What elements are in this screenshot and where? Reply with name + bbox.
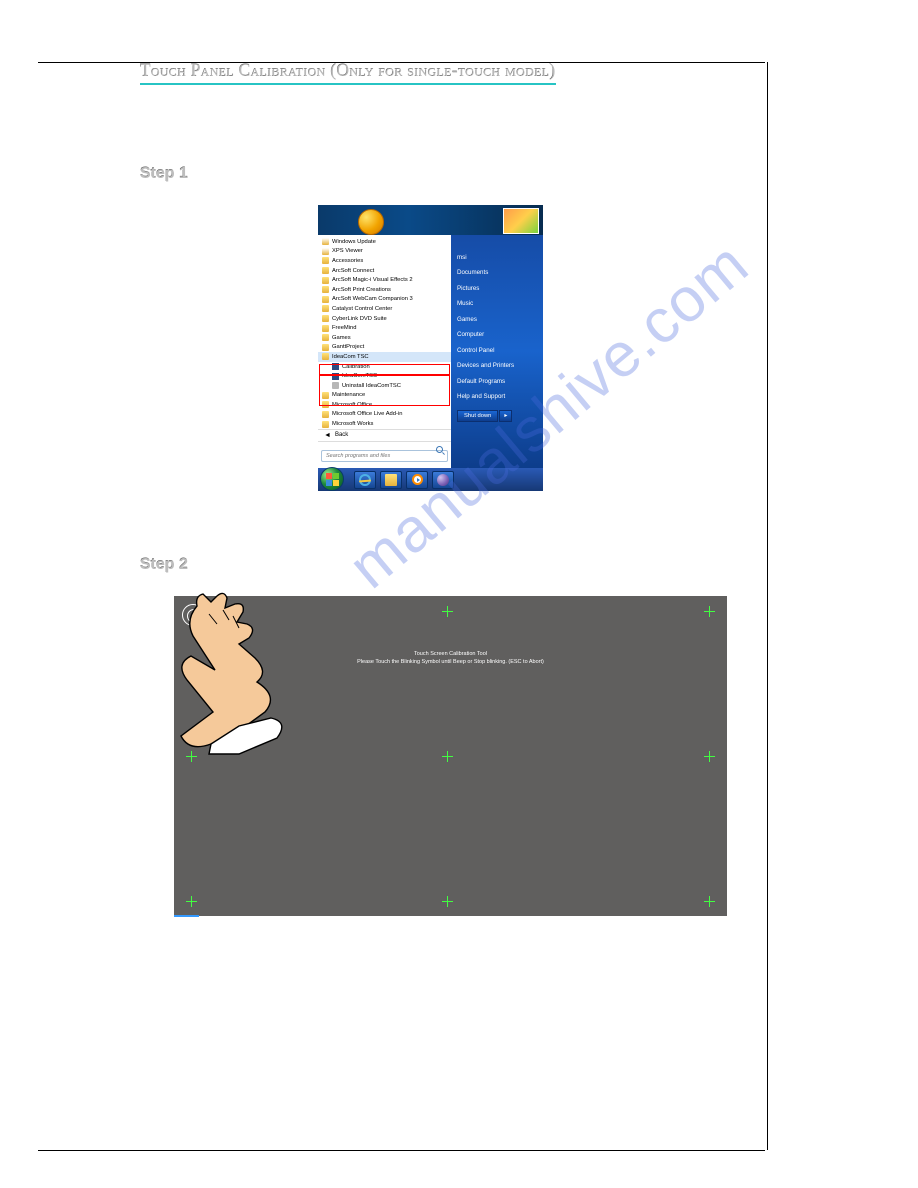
sm-label: Catalyst Control Center bbox=[332, 306, 392, 312]
taskbar-wmp[interactable] bbox=[406, 471, 428, 489]
sm-item[interactable]: Microsoft Office Live Add-in bbox=[318, 410, 451, 420]
desktop-thumb bbox=[503, 208, 539, 234]
page-right-rule bbox=[767, 62, 768, 1150]
sm-item[interactable]: ArcSoft Connect bbox=[318, 266, 451, 276]
progress-tick bbox=[174, 915, 199, 917]
folder-icon bbox=[322, 267, 329, 274]
folder-icon bbox=[322, 353, 329, 360]
right-item[interactable]: Default Programs bbox=[457, 378, 537, 385]
program-icon bbox=[322, 248, 329, 255]
folder-icon bbox=[322, 286, 329, 293]
sm-label: Accessories bbox=[332, 258, 363, 264]
ie-icon bbox=[359, 474, 371, 486]
shutdown-dropdown-icon[interactable]: ▸ bbox=[499, 410, 512, 422]
folder-icon bbox=[322, 334, 329, 341]
folder-icon bbox=[322, 277, 329, 284]
sm-item[interactable]: XPS Viewer bbox=[318, 247, 451, 257]
calibration-cross-icon bbox=[442, 896, 453, 907]
sm-label: CyberLink DVD Suite bbox=[332, 316, 387, 322]
sm-item[interactable]: Games bbox=[318, 333, 451, 343]
search-icon bbox=[436, 446, 443, 453]
right-item[interactable]: msi bbox=[457, 254, 537, 261]
sm-item[interactable]: ArcSoft Print Creations bbox=[318, 285, 451, 295]
folder-icon bbox=[322, 411, 329, 418]
sm-label: Windows Update bbox=[332, 239, 376, 245]
wmp-icon bbox=[412, 474, 423, 485]
search-wrap bbox=[318, 441, 451, 466]
taskbar bbox=[318, 468, 543, 491]
start-menu-topbar bbox=[318, 205, 543, 235]
calibration-cross-icon bbox=[704, 606, 715, 617]
calibration-cross-icon bbox=[442, 751, 453, 762]
right-item[interactable]: Control Panel bbox=[457, 347, 537, 354]
page-top-rule bbox=[38, 62, 765, 83]
sm-label: ArcSoft WebCam Companion 3 bbox=[332, 296, 413, 302]
sm-item[interactable]: Windows Update bbox=[318, 237, 451, 247]
start-menu-body: Windows Update XPS Viewer Accessories Ar… bbox=[318, 235, 543, 468]
sm-item[interactable]: GanttProject bbox=[318, 343, 451, 353]
folder-icon bbox=[322, 296, 329, 303]
sm-label: FreeMind bbox=[332, 325, 356, 331]
right-item[interactable]: Devices and Printers bbox=[457, 362, 537, 369]
taskbar-ie[interactable] bbox=[354, 471, 376, 489]
explorer-icon bbox=[385, 474, 397, 486]
folder-icon bbox=[322, 315, 329, 322]
highlight-box bbox=[319, 375, 450, 406]
mediacenter-icon bbox=[437, 474, 449, 486]
taskbar-mediacenter[interactable] bbox=[432, 471, 454, 489]
sm-label: GanttProject bbox=[332, 344, 364, 350]
sm-item[interactable]: ArcSoft Magic-i Visual Effects 2 bbox=[318, 275, 451, 285]
step-1-label: Step 1 bbox=[140, 165, 725, 183]
calibration-cross-icon bbox=[186, 896, 197, 907]
sm-item[interactable]: Accessories bbox=[318, 256, 451, 266]
sm-item-selected[interactable]: IdeaCom TSC bbox=[318, 352, 451, 362]
sm-item[interactable]: Catalyst Control Center bbox=[318, 304, 451, 314]
right-item[interactable]: Help and Support bbox=[457, 393, 537, 400]
step-2-label: Step 2 bbox=[140, 556, 725, 574]
right-item[interactable]: Music bbox=[457, 300, 537, 307]
hand-pointer-icon bbox=[169, 586, 309, 756]
right-item[interactable]: Games bbox=[457, 316, 537, 323]
sm-label: ArcSoft Print Creations bbox=[332, 287, 391, 293]
sm-item[interactable]: Microsoft Works bbox=[318, 419, 451, 429]
back-arrow-icon: ◄ bbox=[324, 432, 331, 439]
calibration-cross-icon bbox=[704, 896, 715, 907]
document-body: Touch Panel Calibration (Only for single… bbox=[140, 0, 725, 916]
sm-item[interactable]: ArcSoft WebCam Companion 3 bbox=[318, 295, 451, 305]
start-menu-programs: Windows Update XPS Viewer Accessories Ar… bbox=[318, 235, 451, 468]
sm-label: ArcSoft Connect bbox=[332, 268, 374, 274]
folder-icon bbox=[322, 305, 329, 312]
highlight-box bbox=[319, 364, 450, 375]
start-button[interactable] bbox=[320, 467, 344, 491]
search-input[interactable] bbox=[321, 450, 448, 462]
start-menu-rightpane: msi Documents Pictures Music Games Compu… bbox=[451, 235, 543, 468]
calibration-cross-icon bbox=[704, 751, 715, 762]
user-orb-icon bbox=[358, 209, 384, 235]
sm-label: Microsoft Works bbox=[332, 421, 373, 427]
folder-icon bbox=[322, 257, 329, 264]
calibration-cross-icon bbox=[442, 606, 453, 617]
sm-item[interactable]: CyberLink DVD Suite bbox=[318, 314, 451, 324]
shutdown-button[interactable]: Shut down ▸ bbox=[457, 410, 537, 422]
sm-label: IdeaCom TSC bbox=[332, 354, 369, 360]
sm-label: XPS Viewer bbox=[332, 248, 363, 254]
shutdown-label: Shut down bbox=[457, 410, 498, 422]
right-item[interactable]: Computer bbox=[457, 331, 537, 338]
folder-icon bbox=[322, 421, 329, 428]
start-menu-screenshot: Windows Update XPS Viewer Accessories Ar… bbox=[318, 205, 543, 491]
sm-label: Microsoft Office Live Add-in bbox=[332, 411, 402, 417]
right-item[interactable]: Documents bbox=[457, 269, 537, 276]
sm-item[interactable]: FreeMind bbox=[318, 323, 451, 333]
right-item[interactable]: Pictures bbox=[457, 285, 537, 292]
taskbar-explorer[interactable] bbox=[380, 471, 402, 489]
folder-icon bbox=[322, 344, 329, 351]
sm-label: Games bbox=[332, 335, 351, 341]
sm-label: ArcSoft Magic-i Visual Effects 2 bbox=[332, 277, 413, 283]
back-button[interactable]: ◄ Back bbox=[318, 429, 451, 441]
calibration-screenshot: Touch Screen Calibration Tool Please Tou… bbox=[174, 596, 727, 916]
program-icon bbox=[322, 238, 329, 245]
back-label: Back bbox=[335, 432, 348, 438]
page-bottom-rule bbox=[38, 1150, 765, 1151]
folder-icon bbox=[322, 325, 329, 332]
